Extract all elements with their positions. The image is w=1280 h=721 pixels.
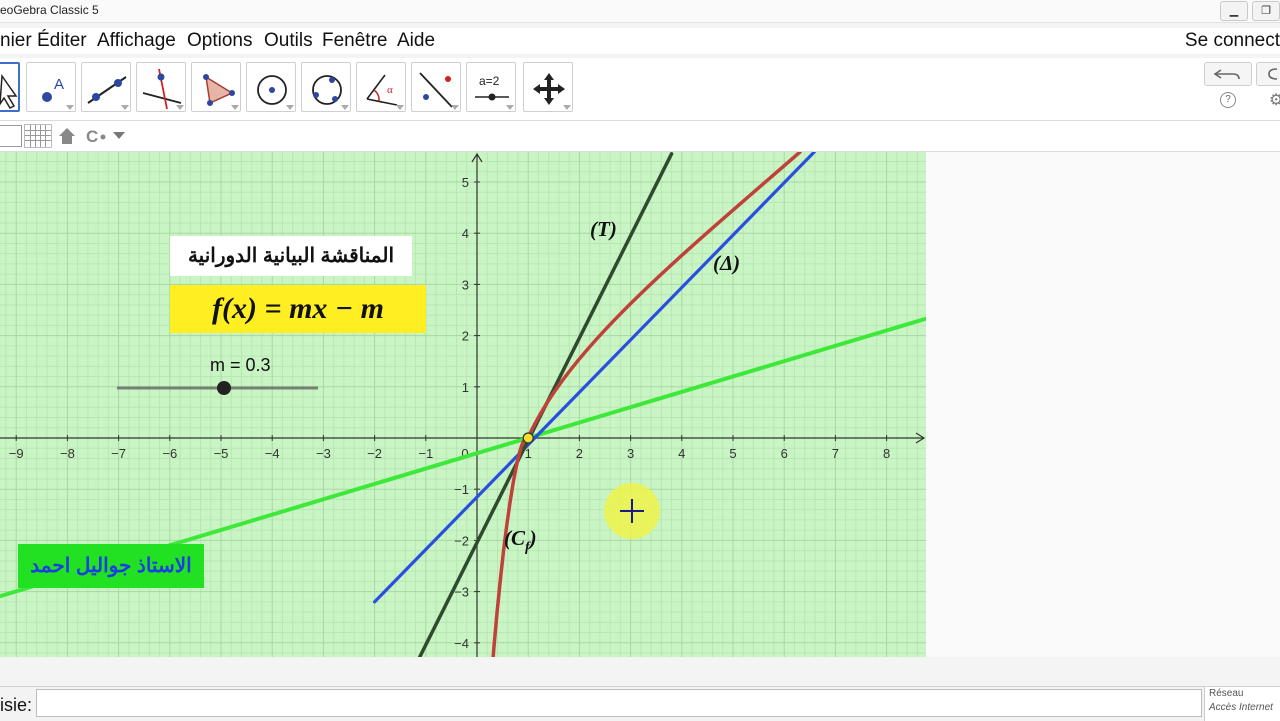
grid-toggle-button[interactable] — [24, 124, 52, 148]
label-cf-main: (C — [504, 526, 526, 550]
angle-tool-button[interactable]: α — [356, 62, 406, 112]
x-tick-label: 8 — [883, 446, 890, 461]
y-tick-label: −4 — [454, 636, 469, 651]
reflect-tool-button[interactable] — [411, 62, 461, 112]
sign-in-link[interactable]: Se connect — [1185, 30, 1280, 52]
window-title: eoGebra Classic 5 — [0, 3, 99, 17]
title-bar: eoGebra Classic 5 ▁ ❐ — [0, 0, 1280, 23]
help-icon[interactable]: ? — [1220, 92, 1236, 108]
circle-tool-button[interactable] — [246, 62, 296, 112]
network-subtitle: Accès Internet — [1209, 702, 1273, 713]
x-tick-label: 5 — [729, 446, 736, 461]
style-bar: C — [0, 121, 1280, 152]
move-graphics-tool-button[interactable] — [523, 62, 573, 112]
slider-knob[interactable] — [217, 381, 231, 395]
x-tick-label: 7 — [832, 446, 839, 461]
label-cf-close: ) — [528, 526, 537, 550]
x-tick-label: 2 — [576, 446, 583, 461]
home-icon[interactable] — [57, 126, 77, 146]
redo-icon — [1268, 68, 1278, 80]
restore-button[interactable]: ❐ — [1252, 1, 1280, 21]
svg-text:C: C — [86, 127, 98, 146]
redo-button[interactable] — [1256, 62, 1280, 86]
graphics-view[interactable]: −9 −8 −7 −6 −5 −4 −3 −2 −1 0 1 2 3 4 5 6… — [0, 152, 926, 657]
x-tick-label: −5 — [214, 446, 229, 461]
y-tick-label: 5 — [462, 175, 469, 190]
author-label: الاستاذ جواليل احمد — [18, 544, 204, 588]
menu-edit[interactable]: Éditer — [37, 30, 87, 52]
line-tool-button[interactable] — [81, 62, 131, 112]
chevron-down-icon[interactable] — [112, 131, 126, 141]
point-capture-icon[interactable]: C — [85, 126, 109, 146]
slider-label: m = 0.3 — [210, 355, 271, 375]
label-delta: (Δ) — [713, 251, 740, 275]
menu-view[interactable]: Affichage — [97, 30, 176, 52]
menu-file[interactable]: nier — [0, 30, 32, 52]
formula-label: f(x) = mx − m — [170, 285, 426, 333]
y-tick-label: −2 — [454, 533, 469, 548]
x-tick-label: 3 — [627, 446, 634, 461]
undo-button[interactable] — [1204, 62, 1252, 86]
menu-window[interactable]: Fenêtre — [322, 30, 387, 52]
point-icon-label: A — [54, 76, 64, 93]
x-tick-label: −7 — [111, 446, 126, 461]
perpendicular-tool-button[interactable] — [136, 62, 186, 112]
axes-toggle-button[interactable] — [0, 125, 22, 147]
title-label: المناقشة البيانية الدورانية — [170, 236, 412, 276]
arrow-icon — [0, 73, 18, 109]
network-status: Réseau Accès Internet — [1204, 687, 1280, 721]
menu-bar: nier Éditer Affichage Options Outils Fen… — [0, 28, 1280, 54]
x-tick-label: −3 — [316, 446, 331, 461]
menu-options[interactable]: Options — [187, 30, 252, 52]
minimize-button[interactable]: ▁ — [1220, 1, 1248, 21]
network-title: Réseau — [1209, 688, 1244, 699]
angle-icon-label: α — [387, 84, 393, 96]
slider-icon-label: a=2 — [479, 74, 500, 88]
input-field[interactable] — [36, 689, 1202, 717]
x-tick-label: −8 — [60, 446, 75, 461]
x-tick-label: 6 — [781, 446, 788, 461]
x-tick-label: −2 — [367, 446, 382, 461]
y-tick-label: −1 — [454, 482, 469, 497]
grid-icon — [25, 125, 51, 147]
toolbar: A α a=2 ? ⚙ — [0, 58, 1280, 121]
y-tick-label: 1 — [462, 380, 469, 395]
label-T: (T) — [590, 217, 617, 241]
menu-tools[interactable]: Outils — [264, 30, 313, 52]
input-label: isie: — [0, 695, 33, 715]
polygon-tool-button[interactable] — [191, 62, 241, 112]
right-panel — [926, 152, 1280, 657]
y-tick-label: 4 — [462, 226, 469, 241]
y-tick-label: 3 — [462, 277, 469, 292]
menu-help[interactable]: Aide — [397, 30, 435, 52]
gear-icon[interactable]: ⚙ — [1269, 90, 1280, 110]
point-tool-button[interactable]: A — [26, 62, 76, 112]
y-tick-label: 2 — [462, 329, 469, 344]
move-tool-button[interactable] — [0, 62, 20, 112]
input-bar: isie: Réseau Accès Internet — [0, 686, 1280, 721]
x-tick-label: −6 — [162, 446, 177, 461]
undo-icon — [1213, 69, 1240, 80]
x-tick-label: −9 — [9, 446, 24, 461]
x-tick-label: 4 — [678, 446, 685, 461]
pivot-point[interactable] — [522, 432, 534, 444]
conic-tool-button[interactable] — [301, 62, 351, 112]
x-tick-label: −4 — [265, 446, 280, 461]
slider-tool-button[interactable]: a=2 — [466, 62, 516, 112]
x-tick-label: −1 — [418, 446, 433, 461]
